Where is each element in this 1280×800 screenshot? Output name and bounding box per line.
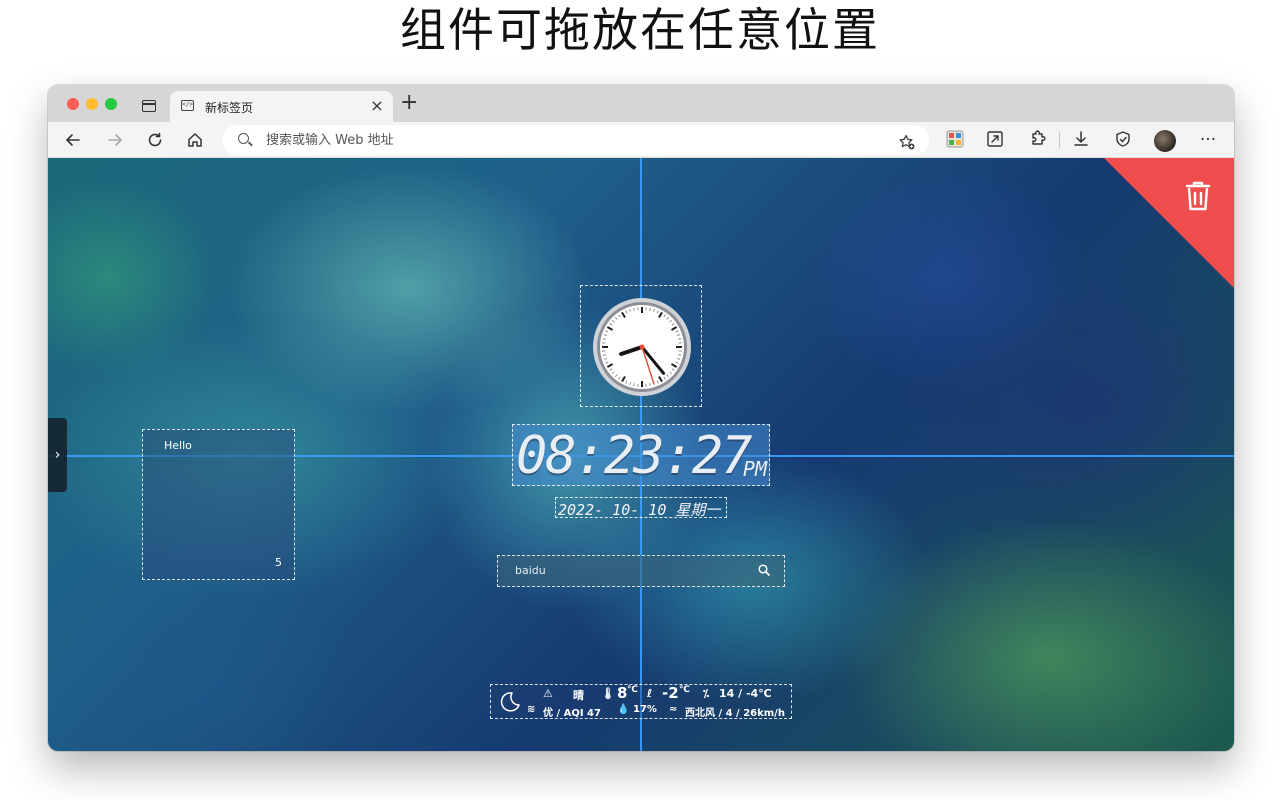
close-window-button[interactable] [67,98,79,110]
download-icon[interactable] [1072,130,1090,148]
weather-temp: 8 [617,684,628,702]
shield-icon[interactable] [1114,130,1132,148]
address-input[interactable] [266,125,826,155]
air-quality-icon: ≋ [527,704,536,715]
back-icon[interactable] [60,127,86,153]
new-tab-button[interactable]: + [400,91,418,115]
browser-toolbar: ··· [48,122,1234,158]
puzzle-icon[interactable] [1028,130,1046,148]
note-widget[interactable]: Hello 5 [142,429,295,580]
range-icon: ⁒ [703,687,710,700]
date-widget[interactable]: 2022- 10- 10 星期一 [555,497,727,519]
weather-aqi: 优 / AQI 47 [543,708,601,719]
tab-close-icon[interactable]: × [369,96,385,115]
thermometer-icon: 🌡 [601,687,615,700]
avatar[interactable] [1154,130,1176,152]
warning-icon: ⚠ [543,687,553,700]
code-page-icon: </> [181,100,194,111]
trash-icon [1185,181,1211,211]
weather-feels: -2 [662,684,679,702]
weather-condition: 晴 [573,689,584,702]
analog-clock-widget[interactable] [580,285,702,407]
zoom-window-button[interactable] [105,98,117,110]
sidebar-toggle-icon[interactable] [142,100,156,112]
digital-time: 08:23:27 [516,426,752,486]
page-headline: 组件可拖放在任意位置 [400,3,880,57]
forward-icon[interactable] [102,127,128,153]
minimize-window-button[interactable] [86,98,98,110]
favorite-star-icon[interactable] [898,129,916,155]
wind-icon: ≈ [669,704,678,715]
toolbar-divider [1059,132,1060,148]
weather-temp-unit: ℃ [627,685,638,695]
digital-ampm: PM [742,457,767,481]
more-icon[interactable]: ··· [1195,127,1221,153]
trash-drop-zone[interactable] [1104,158,1234,288]
tab-title: 新标签页 [205,101,254,115]
search-icon[interactable] [758,564,770,576]
date-text: 2022- 10- 10 星期一 [558,501,721,519]
browser-window: </> 新标签页 × + 搜索或输入 Web 地址 ··· › Hello 5 … [48,85,1234,751]
note-title: Hello [164,439,192,452]
extension-grid-icon[interactable] [946,130,964,148]
moon-icon [500,692,520,712]
humidity-icon: 💧 [617,704,630,715]
reload-icon[interactable] [142,127,168,153]
weather-feels-unit: ℃ [679,685,690,695]
home-icon[interactable] [182,127,208,153]
new-tab-page: › Hello 5 08:23:27 PM 2022- 10- 10 星期一 b… [48,158,1234,751]
weather-range: 14 / -4℃ [719,687,772,700]
note-count: 5 [275,556,282,569]
weather-wind: 西北风 / 4 / 26km/h [685,708,785,719]
feels-like-icon: ℓ [647,687,653,700]
tab-strip: </> 新标签页 × + [48,85,1234,122]
search-icon [238,133,249,144]
digital-clock-widget[interactable]: 08:23:27 PM [512,424,770,486]
sidebar-expand-handle[interactable]: › [48,418,67,492]
tab-new-tab[interactable]: </> 新标签页 × [170,91,393,122]
search-input[interactable] [498,556,748,585]
weather-humidity: 17% [633,704,657,715]
expand-icon[interactable] [986,130,1004,148]
weather-widget[interactable]: ⚠ 晴 🌡 8 ℃ ℓ -2 ℃ ⁒ 14 / -4℃ ≋ 优 / AQI 47… [490,684,792,719]
analog-clock-face [593,298,691,396]
address-bar[interactable] [222,125,929,155]
search-widget[interactable] [497,555,785,587]
